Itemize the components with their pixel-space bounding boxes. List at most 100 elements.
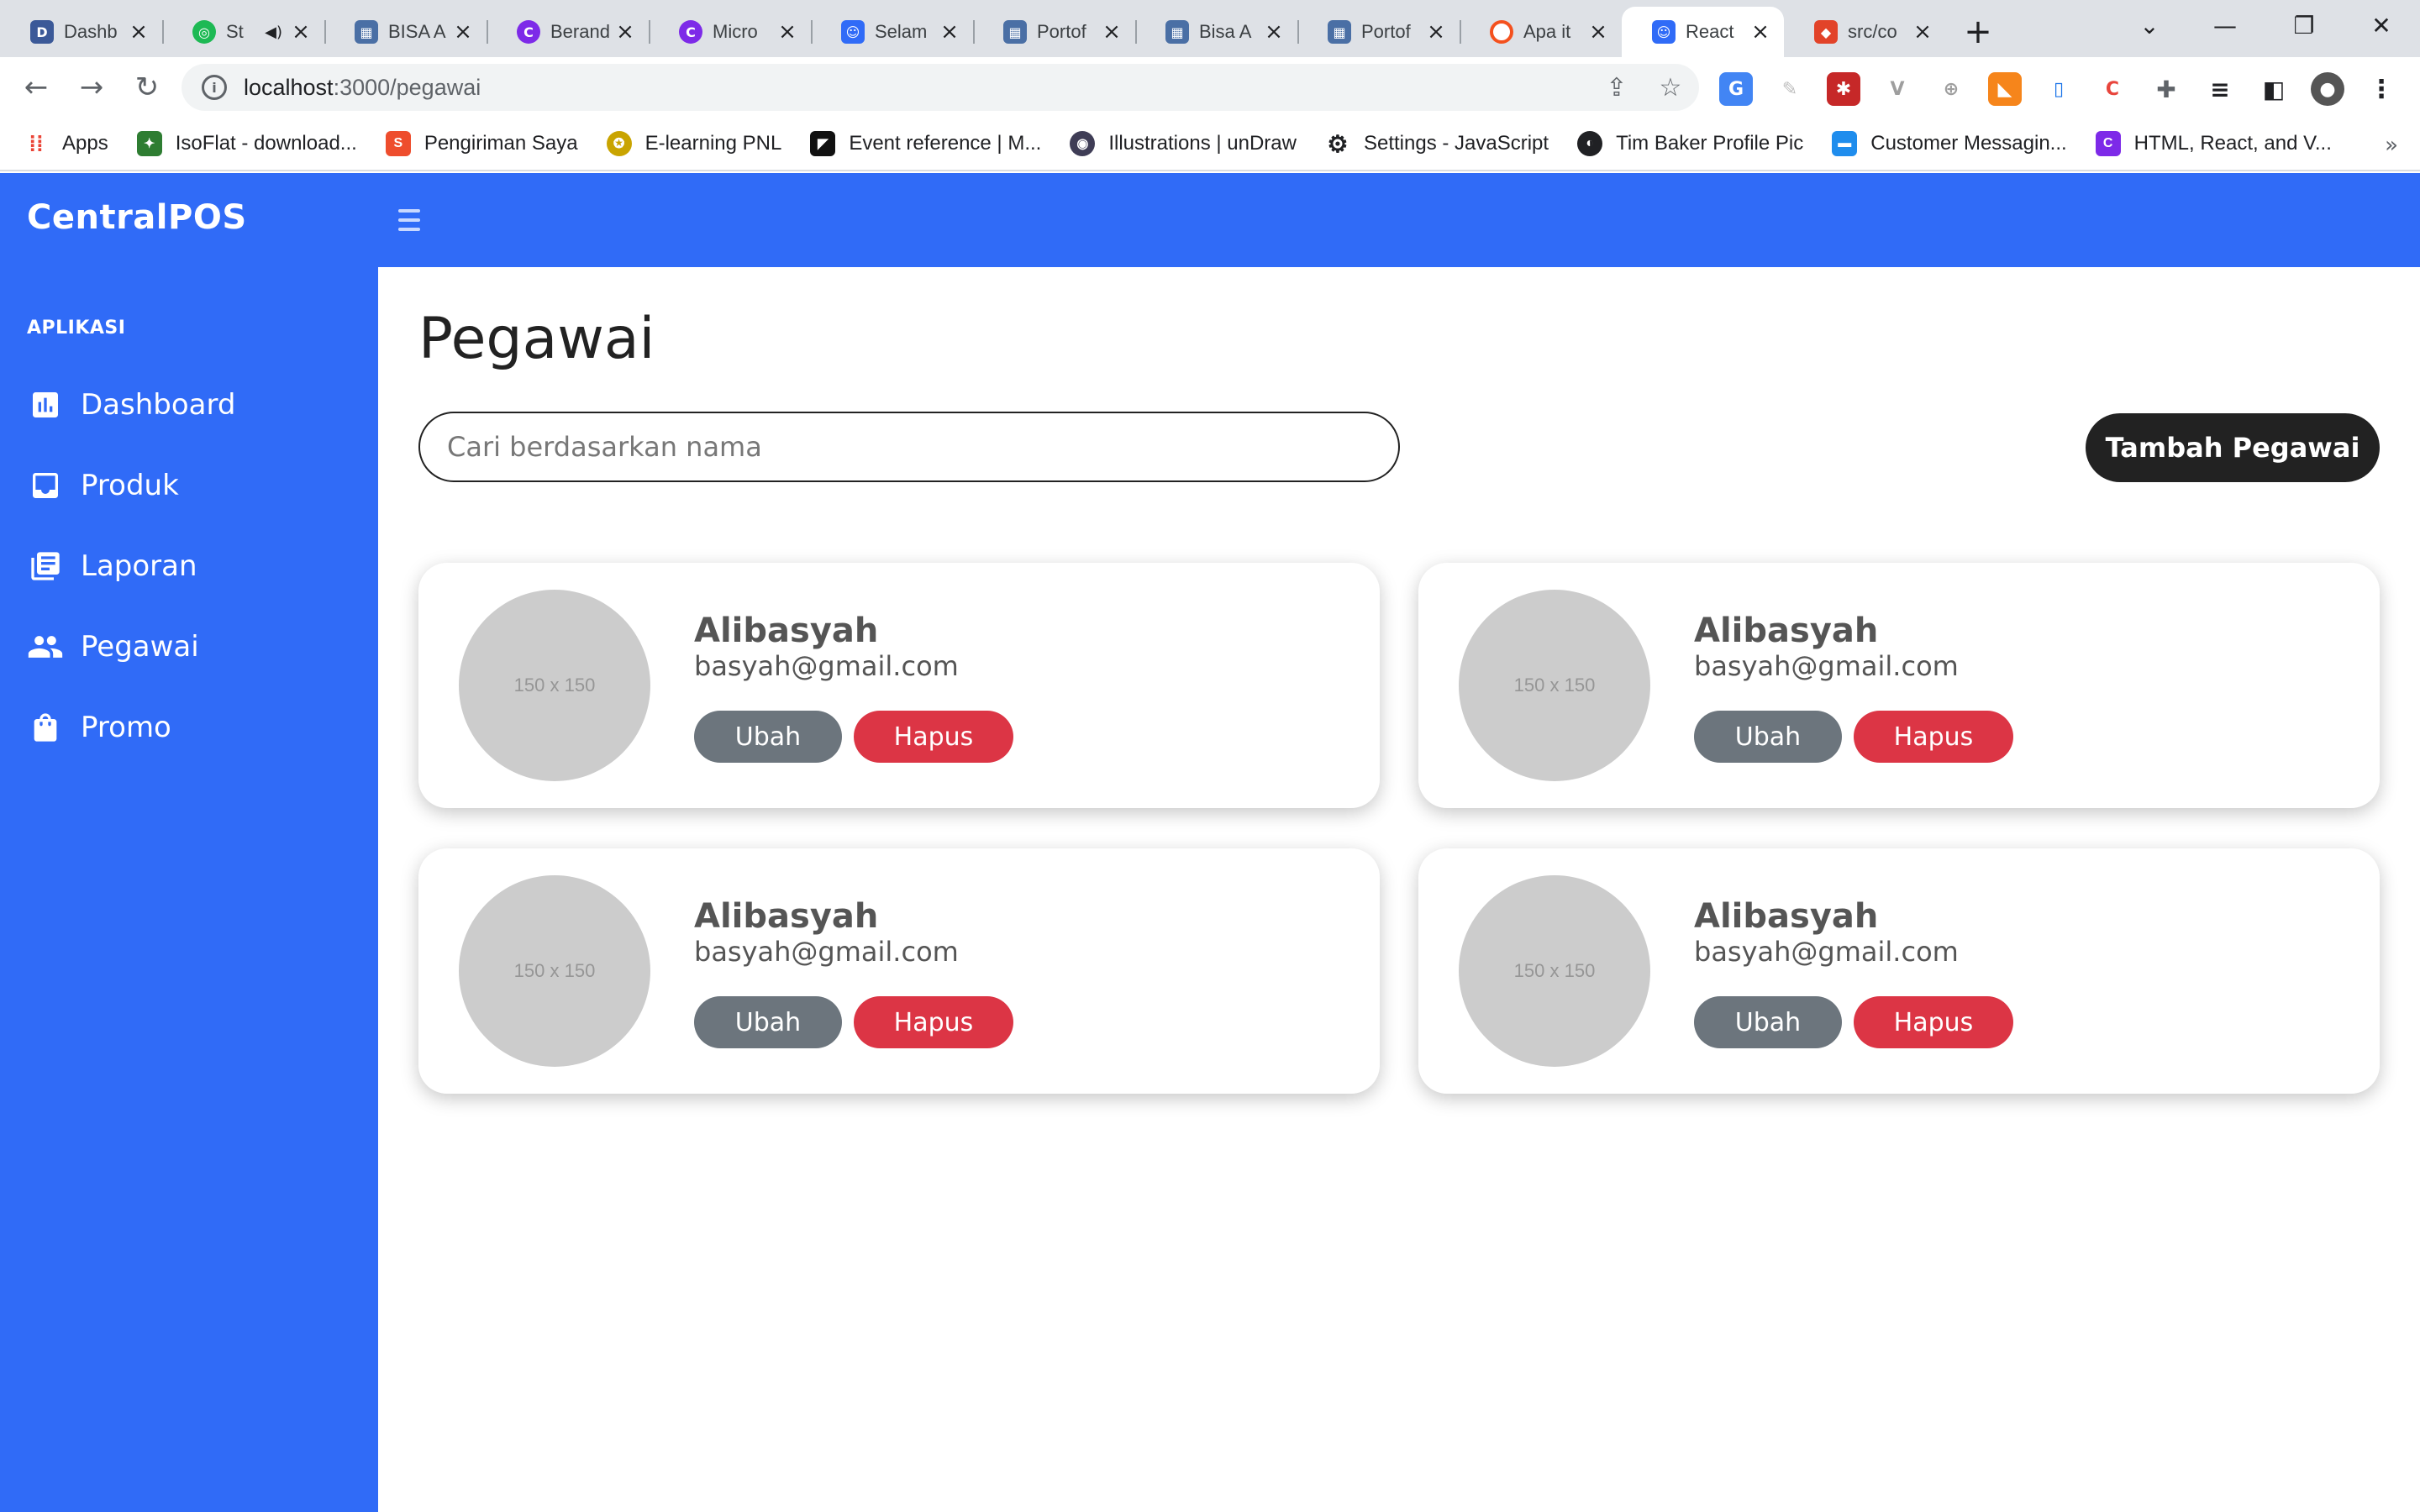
close-icon[interactable]: × [1586, 19, 1610, 45]
close-icon[interactable]: × [613, 19, 637, 45]
new-tab-plus-icon[interactable]: + [1953, 7, 2003, 57]
restore-icon[interactable]: ❐ [2264, 0, 2344, 50]
bookmark-isoflat[interactable]: ✦ IsoFlat - download... [136, 131, 357, 156]
sidebar-item-dashboard[interactable]: Dashboard [27, 381, 235, 428]
forward-arrow-icon[interactable]: → [64, 60, 119, 115]
top-navbar [378, 173, 2420, 267]
edit-button[interactable]: Ubah [694, 996, 842, 1048]
mdn-icon: ◤ [810, 131, 836, 156]
brand-logo[interactable]: CentralPOS [27, 198, 247, 237]
bookmark-star-icon[interactable]: ☆ [1655, 72, 1686, 102]
browser-tab[interactable]: ☺ Selam × [811, 7, 973, 57]
add-employee-button[interactable]: Tambah Pegawai [2086, 413, 2380, 482]
close-icon[interactable]: × [1911, 19, 1934, 45]
sidebar-item-laporan[interactable]: Laporan [27, 543, 197, 590]
tab-title: Dashb [64, 21, 118, 42]
tab-search-chevron-icon[interactable]: ⌄ [2109, 0, 2190, 50]
delete-button[interactable]: Hapus [1854, 996, 2013, 1048]
colorzilla-extension-icon[interactable]: ✱ [1827, 72, 1860, 106]
browser-tab[interactable]: ▦ Portof × [973, 7, 1135, 57]
share-icon[interactable]: ⇪ [1602, 72, 1632, 102]
close-icon[interactable]: × [1262, 19, 1286, 45]
bookmark-event-reference[interactable]: ◤ Event reference | M... [810, 131, 1041, 156]
vue-devtools-extension-icon[interactable]: V [1881, 72, 1914, 106]
clipboard-extension-icon[interactable]: ▯ [2042, 72, 2075, 106]
browser-tab[interactable]: ◆ src/co × [1784, 7, 1946, 57]
browser-tab[interactable]: ▦ BISA A × [324, 7, 487, 57]
delete-button[interactable]: Hapus [854, 711, 1013, 763]
close-icon[interactable]: × [1749, 19, 1772, 45]
bookmark-elearning[interactable]: ✪ E-learning PNL [606, 131, 781, 156]
bookmark-undraw[interactable]: ◉ Illustrations | unDraw [1070, 131, 1297, 156]
bookmark-html-react[interactable]: C HTML, React, and V... [2095, 131, 2332, 156]
browser-tab[interactable]: ◎ St ◀) × [162, 7, 324, 57]
browser-tab-active[interactable]: ☺ React × [1622, 7, 1784, 57]
employee-name: Alibasyah [1694, 612, 1879, 650]
close-icon[interactable]: × [1424, 19, 1448, 45]
kebab-menu-icon[interactable]: ⋮ [2365, 72, 2398, 106]
bookmark-pengiriman[interactable]: S Pengiriman Saya [385, 131, 578, 156]
browser-tab[interactable]: D Dashb × [0, 7, 162, 57]
browser-tab[interactable]: ▦ Bisa A × [1135, 7, 1297, 57]
gitlab-favicon-icon: ◆ [1814, 20, 1838, 44]
bookmark-tim-baker[interactable]: ◐ Tim Baker Profile Pic [1577, 131, 1803, 156]
sidebar-item-promo[interactable]: Promo [27, 704, 171, 751]
back-arrow-icon[interactable]: ← [8, 60, 64, 115]
reading-list-icon[interactable]: ≡ [2203, 72, 2237, 106]
chevron-double-right-icon[interactable]: » [2385, 133, 2398, 158]
address-bar[interactable]: i localhost:3000/pegawai ⇪ ☆ [182, 64, 1699, 111]
url-path: :3000/pegawai [333, 74, 481, 100]
close-icon[interactable]: × [1100, 19, 1123, 45]
search-input[interactable] [418, 412, 1400, 482]
close-icon[interactable]: × [938, 19, 961, 45]
app-root: CentralPOS APLIKASI Dashboard Produk Lap… [0, 173, 2420, 1512]
bookmark-settings-js[interactable]: ⚙ Settings - JavaScript [1324, 131, 1549, 157]
puzzle-extensions-icon[interactable]: ✚ [2149, 72, 2183, 106]
speaker-icon[interactable]: ◀) [265, 24, 282, 41]
edit-button[interactable]: Ubah [1694, 711, 1842, 763]
window-close-icon[interactable]: ✕ [2341, 0, 2420, 50]
shopee-icon: S [385, 131, 411, 156]
google-translate-extension-icon[interactable]: G [1719, 72, 1753, 106]
bookmark-apps[interactable]: ⁞⁞ Apps [24, 131, 108, 156]
close-icon[interactable]: × [451, 19, 475, 45]
reload-icon[interactable]: ↻ [119, 60, 175, 115]
avatar-placeholder: 150 x 150 [459, 875, 650, 1067]
metamask-extension-icon[interactable]: ◣ [1988, 72, 2022, 106]
side-panel-icon[interactable]: ◧ [2257, 72, 2291, 106]
library-books-icon [27, 548, 64, 585]
browser-tab[interactable]: Apa it × [1460, 7, 1622, 57]
employee-email: basyah@gmail.com [1694, 650, 1959, 682]
hamburger-menu-icon[interactable] [393, 203, 427, 237]
delete-button[interactable]: Hapus [1854, 711, 2013, 763]
sidebar-item-produk[interactable]: Produk [27, 462, 179, 509]
browser-tab[interactable]: C Berand × [487, 7, 649, 57]
bookmark-label: Customer Messagin... [1870, 132, 2067, 155]
minimize-icon[interactable]: — [2185, 0, 2265, 50]
bookmark-customer-messaging[interactable]: ▬ Customer Messagin... [1832, 131, 2067, 156]
browser-tab[interactable]: C Micro × [649, 7, 811, 57]
tab-title: Selam [875, 21, 928, 42]
avatar-placeholder: 150 x 150 [1459, 590, 1650, 781]
close-icon[interactable]: × [289, 19, 313, 45]
profile-avatar-icon[interactable]: ● [2311, 72, 2344, 106]
sidebar-item-pegawai[interactable]: Pegawai [27, 623, 199, 670]
react-favicon-icon: ☺ [1652, 20, 1676, 44]
pencil-extension-icon[interactable]: ✎ [1773, 72, 1807, 106]
url-host: localhost [244, 74, 334, 100]
employee-name: Alibasyah [1694, 897, 1879, 936]
close-icon[interactable]: × [776, 19, 799, 45]
avatar-placeholder: 150 x 150 [1459, 875, 1650, 1067]
globe-extension-icon[interactable]: ⊕ [1934, 72, 1968, 106]
edit-button[interactable]: Ubah [694, 711, 842, 763]
bisa-favicon-icon: ▦ [355, 20, 378, 44]
delete-button[interactable]: Hapus [854, 996, 1013, 1048]
edit-button[interactable]: Ubah [1694, 996, 1842, 1048]
close-icon[interactable]: × [127, 19, 150, 45]
css-extension-icon[interactable]: C [2096, 72, 2129, 106]
avatar-placeholder: 150 x 150 [459, 590, 650, 781]
gear-icon: ⚙ [1324, 131, 1350, 157]
browser-tab[interactable]: ▦ Portof × [1297, 7, 1460, 57]
site-info-icon[interactable]: i [202, 75, 227, 100]
dashboard-favicon-icon: D [30, 20, 54, 44]
